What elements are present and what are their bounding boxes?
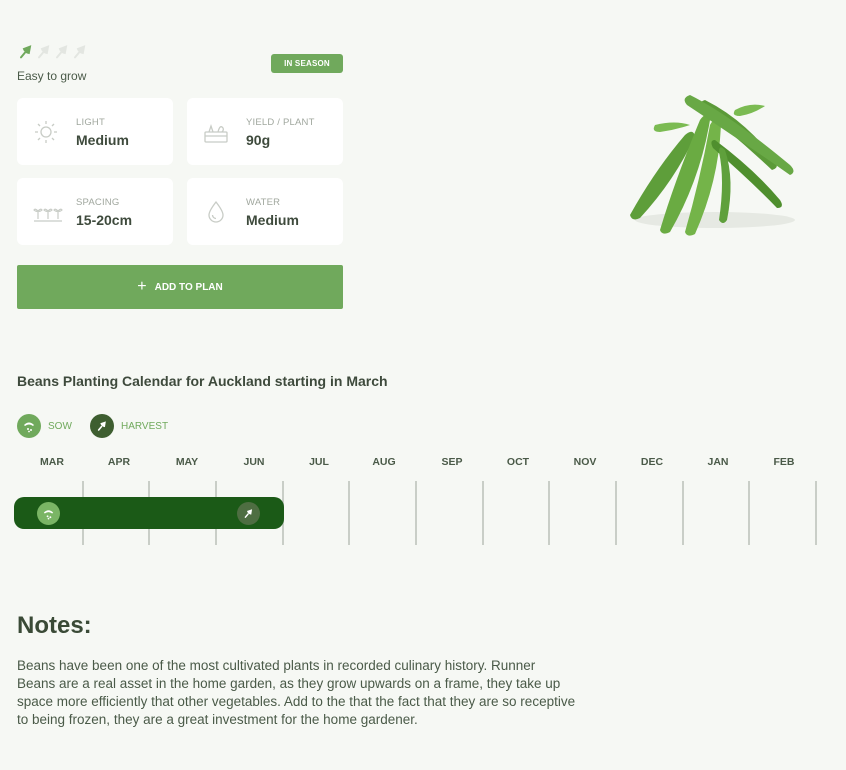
month-label: SEP	[441, 456, 463, 468]
stat-card-yield: YIELD / PLANT 90g	[187, 98, 343, 165]
stat-value: Medium	[76, 132, 129, 148]
legend-label: SOW	[48, 420, 72, 432]
in-season-badge: IN SEASON	[271, 54, 343, 73]
month-divider	[415, 481, 417, 545]
stat-label: YIELD / PLANT	[246, 117, 315, 128]
trowel-icon	[71, 42, 88, 62]
water-drop-icon	[203, 199, 229, 225]
trowel-icon	[35, 42, 52, 62]
month-label: JAN	[707, 456, 729, 468]
month-label: NOV	[573, 456, 597, 468]
month-label: JUL	[309, 456, 329, 468]
trowel-icon	[17, 42, 34, 62]
basket-icon	[203, 119, 229, 145]
stat-value: Medium	[246, 212, 299, 228]
legend-harvest: HARVEST	[90, 414, 168, 438]
add-to-plan-button[interactable]: + ADD TO PLAN	[17, 265, 343, 309]
plus-icon: +	[137, 278, 147, 295]
month-divider	[548, 481, 550, 545]
stat-label: LIGHT	[76, 117, 105, 128]
harvest-trowel-icon	[90, 414, 114, 438]
month-label: MAY	[175, 456, 199, 468]
month-label: JUN	[243, 456, 265, 468]
seedlings-icon	[33, 199, 63, 225]
month-label: DEC	[640, 456, 664, 468]
notes-title: Notes:	[17, 612, 92, 639]
month-divider	[682, 481, 684, 545]
stat-label: SPACING	[76, 197, 120, 208]
stat-value: 90g	[246, 132, 271, 148]
legend-sow: SOW	[17, 414, 72, 438]
harvest-trowel-icon	[237, 502, 260, 525]
month-label: MAR	[40, 456, 64, 468]
calendar-title: Beans Planting Calendar for Auckland sta…	[17, 373, 388, 389]
stat-card-light: LIGHT Medium	[17, 98, 173, 165]
month-label: APR	[107, 456, 131, 468]
month-divider	[748, 481, 750, 545]
sow-icon	[17, 414, 41, 438]
difficulty-rating	[17, 42, 88, 62]
sow-icon	[37, 502, 60, 525]
trowel-icon	[53, 42, 70, 62]
month-label: AUG	[372, 456, 396, 468]
month-divider	[615, 481, 617, 545]
planting-period-bar	[14, 497, 284, 529]
month-divider	[815, 481, 817, 545]
month-label: FEB	[773, 456, 795, 468]
stat-label: WATER	[246, 197, 281, 208]
month-label: OCT	[506, 456, 530, 468]
month-divider	[482, 481, 484, 545]
legend-label: HARVEST	[121, 420, 169, 432]
produce-image	[615, 80, 815, 240]
add-to-plan-label: ADD TO PLAN	[154, 281, 223, 293]
month-divider	[348, 481, 350, 545]
stat-card-spacing: SPACING 15-20cm	[17, 178, 173, 245]
sun-icon	[33, 119, 59, 145]
stat-card-water: WATER Medium	[187, 178, 343, 245]
stat-value: 15-20cm	[76, 212, 133, 228]
notes-body: Beans have been one of the most cultivat…	[17, 658, 576, 727]
difficulty-label: Easy to grow	[17, 69, 87, 83]
